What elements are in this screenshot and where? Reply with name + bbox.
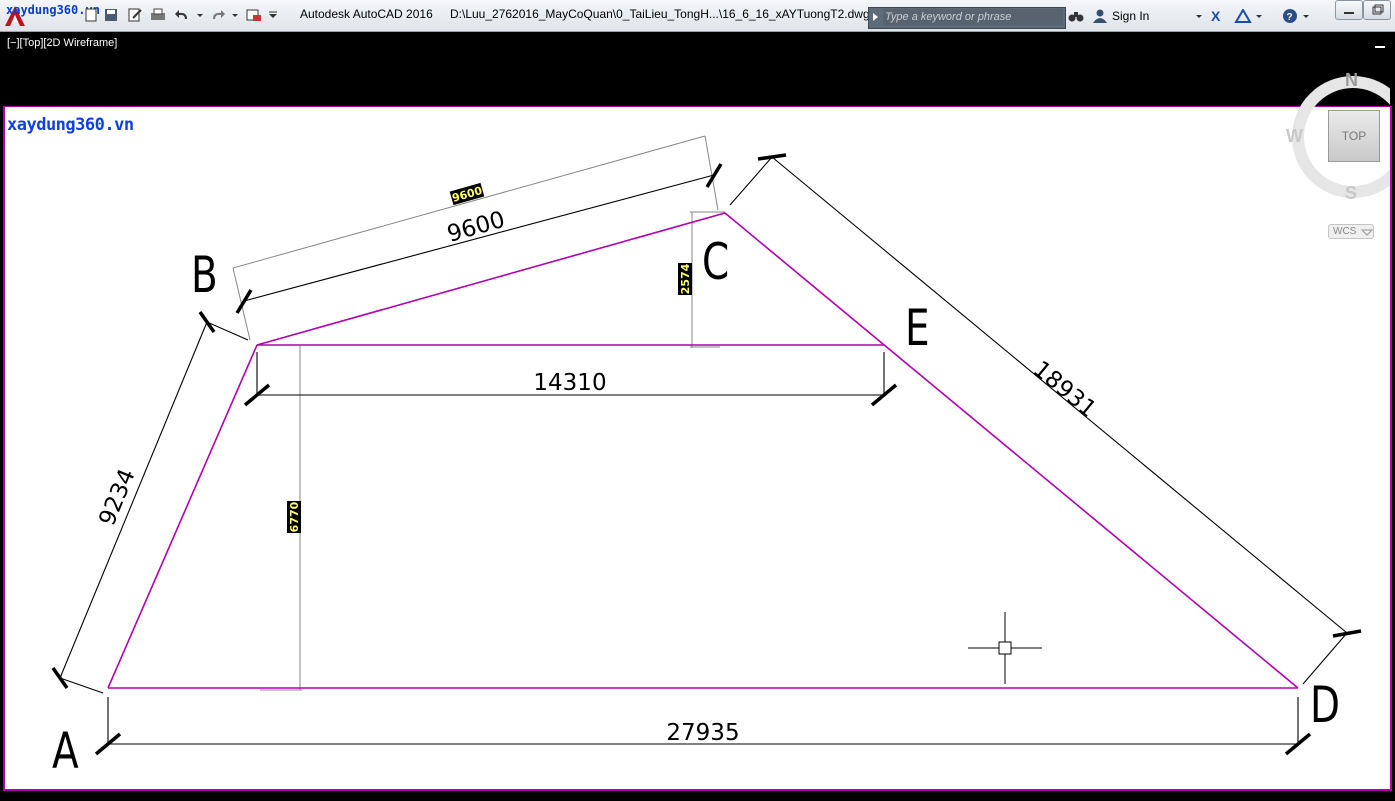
svg-text:?: ?: [1287, 12, 1293, 23]
drawing-canvas[interactable]: A B C D E 9234 9600 18931 14310 27935 96…: [0, 106, 1395, 801]
new-icon[interactable]: [84, 8, 100, 22]
app-title: Autodesk AutoCAD 2016: [300, 7, 433, 21]
file-path-title: D:\Luu_2762016_MayCoQuan\0_TaiLieu_TongH…: [450, 7, 870, 21]
workspace-icon[interactable]: [246, 8, 262, 22]
dimension-ad: 27935: [666, 720, 739, 746]
signin-dropdown-icon[interactable]: [1195, 9, 1203, 28]
svg-text:X: X: [1211, 9, 1221, 23]
plot-icon[interactable]: [150, 8, 166, 22]
undo-icon[interactable]: [174, 8, 190, 22]
help-dropdown-icon[interactable]: [1302, 9, 1310, 28]
wcs-dropdown-icon: [1361, 229, 1373, 236]
point-label-e: E: [905, 298, 930, 357]
wcs-menu[interactable]: WCS: [1328, 224, 1374, 239]
watermark-logo: xaydung360.vn: [7, 115, 134, 135]
redo-icon[interactable]: [210, 8, 226, 22]
dimension-b-height: 6770: [288, 501, 301, 532]
viewcube-top-face[interactable]: TOP: [1328, 110, 1380, 162]
point-label-b: B: [191, 245, 218, 304]
compass-west[interactable]: W: [1286, 126, 1303, 147]
search-box[interactable]: [868, 7, 1066, 29]
customize-dropdown-icon[interactable]: [268, 8, 284, 22]
compass-north[interactable]: N: [1345, 70, 1358, 91]
sign-in-link[interactable]: Sign In: [1112, 9, 1149, 23]
viewport-minimize-icon[interactable]: [1375, 46, 1385, 48]
minimize-button[interactable]: [1335, 0, 1363, 20]
dimension-be: 14310: [533, 370, 606, 396]
point-label-c: C: [702, 232, 729, 291]
viewport-header: [−][Top][2D Wireframe]: [0, 32, 1395, 106]
exchange-icon[interactable]: X: [1210, 8, 1228, 28]
save-icon[interactable]: [104, 8, 120, 22]
redo-dropdown-icon[interactable]: [231, 8, 247, 22]
search-input[interactable]: [883, 9, 1063, 25]
compass-south[interactable]: S: [1345, 183, 1357, 204]
restore-button[interactable]: [1363, 0, 1391, 20]
wcs-label: WCS: [1333, 226, 1357, 237]
window-controls: [1335, 0, 1395, 20]
dimension-c-height: 2574: [679, 263, 692, 294]
point-label-d: D: [1310, 675, 1340, 734]
saveas-icon[interactable]: [128, 8, 144, 22]
user-icon[interactable]: [1092, 9, 1108, 28]
search-expand-icon[interactable]: [873, 13, 878, 21]
binoculars-icon[interactable]: [1068, 9, 1084, 28]
point-label-a: A: [52, 721, 79, 780]
a360-icon[interactable]: [1234, 8, 1252, 28]
viewport-controls-label[interactable]: [−][Top][2D Wireframe]: [7, 37, 117, 49]
title-bar: xaydung360.vn Autodesk AutoCAD 2016 D:\L…: [0, 0, 1395, 32]
help-icon[interactable]: ?: [1282, 9, 1298, 30]
a360-dropdown-icon[interactable]: [1255, 9, 1263, 28]
